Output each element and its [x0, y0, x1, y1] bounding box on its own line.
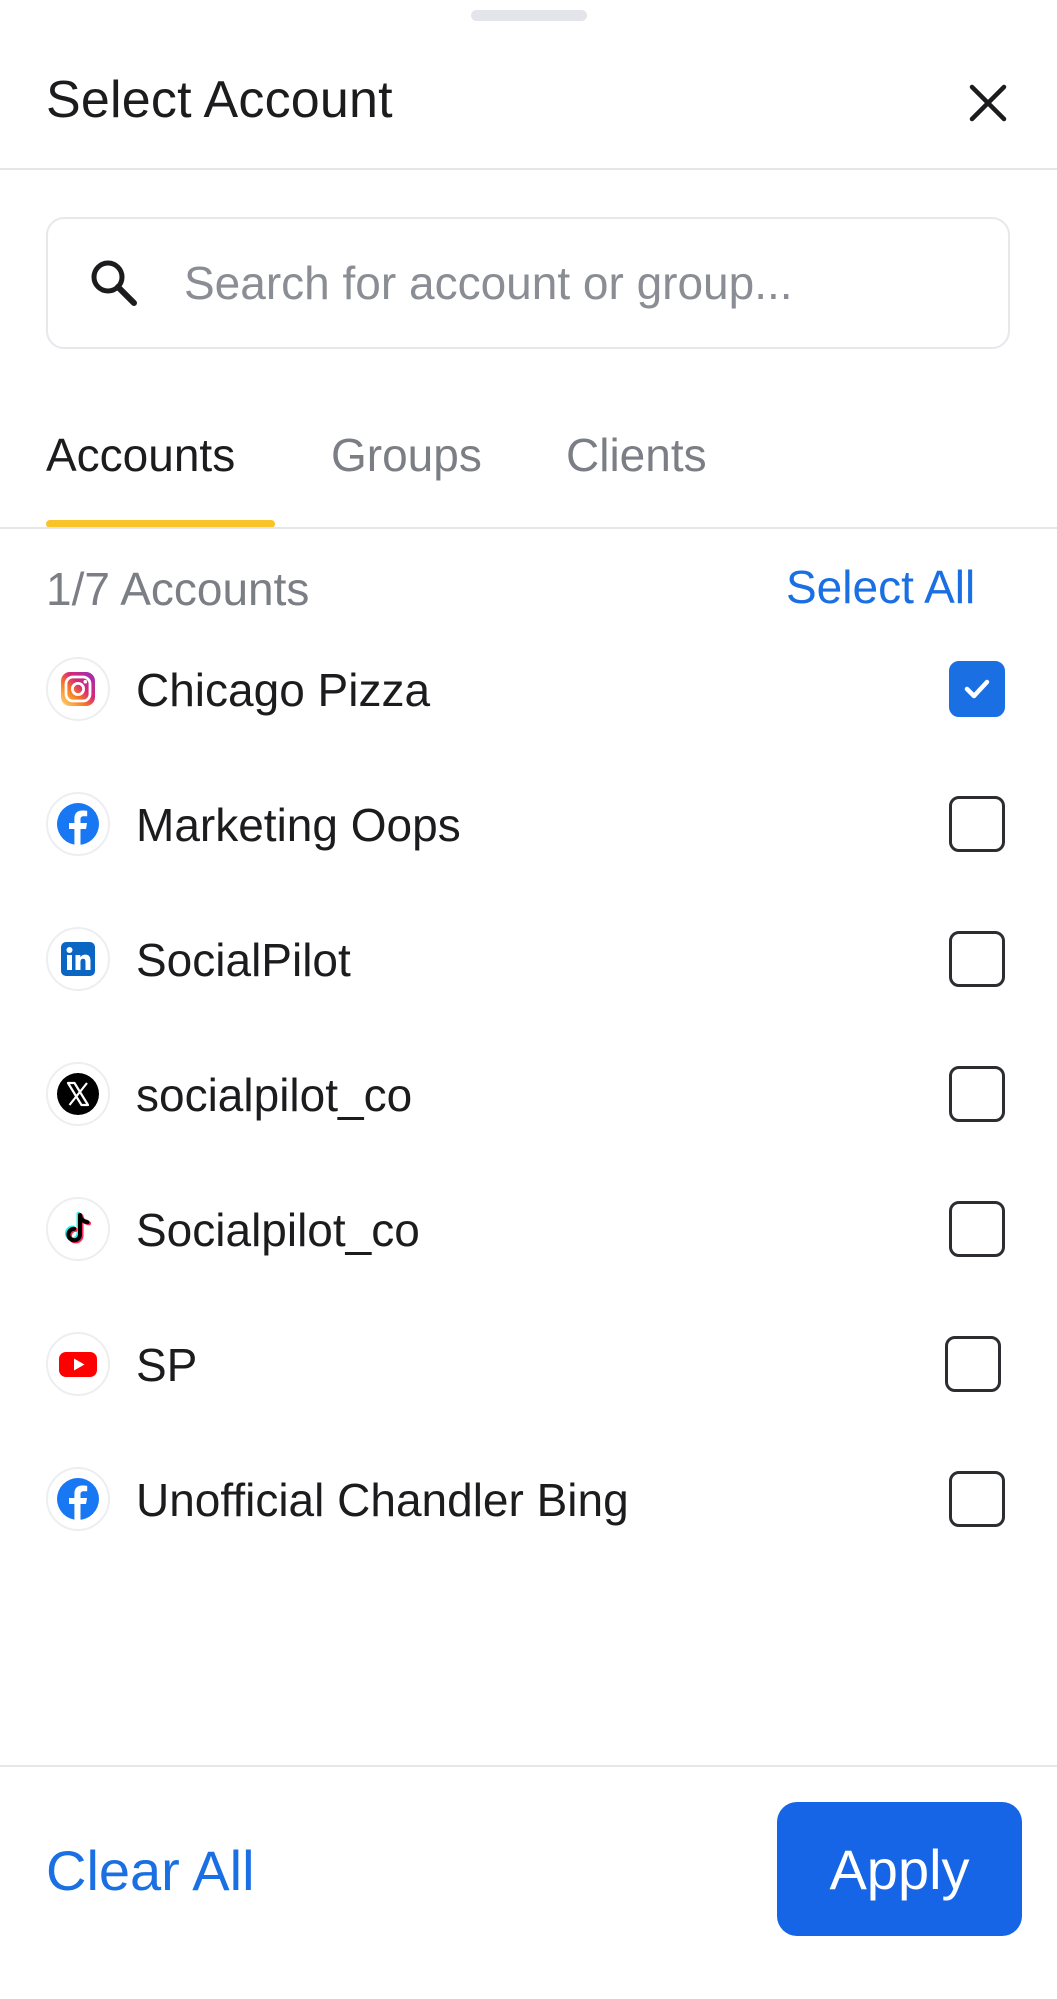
- account-row[interactable]: Socialpilot_co: [0, 1179, 1057, 1279]
- sheet-grabber-handle[interactable]: [471, 10, 587, 21]
- select-account-sheet: Select Account Accounts Groups Clients 1…: [0, 0, 1057, 1999]
- account-row[interactable]: SP: [0, 1314, 1057, 1414]
- account-name: socialpilot_co: [136, 1069, 413, 1121]
- account-checkbox[interactable]: [949, 796, 1005, 852]
- select-all-link[interactable]: Select All: [786, 560, 975, 614]
- footer-divider: [0, 1765, 1057, 1767]
- account-checkbox-checked[interactable]: [949, 661, 1005, 717]
- search-icon: [84, 253, 144, 313]
- account-checkbox[interactable]: [949, 931, 1005, 987]
- close-icon: [969, 84, 1007, 122]
- facebook-icon: [46, 792, 110, 856]
- accounts-count: 1/7 Accounts: [46, 563, 310, 615]
- account-name: SP: [136, 1339, 198, 1391]
- account-name: Chicago Pizza: [136, 664, 431, 716]
- account-checkbox[interactable]: [949, 1201, 1005, 1257]
- account-row[interactable]: socialpilot_co: [0, 1044, 1057, 1144]
- tab-bar: Accounts Groups Clients: [0, 400, 1057, 528]
- x-icon: [46, 1062, 110, 1126]
- account-row[interactable]: Chicago Pizza: [0, 639, 1057, 739]
- search-input[interactable]: [184, 256, 944, 310]
- header-divider: [0, 168, 1057, 170]
- account-name: Marketing Oops: [136, 799, 461, 851]
- sheet-header: Select Account: [0, 40, 1057, 168]
- tabs-divider: [0, 527, 1057, 529]
- tab-clients[interactable]: Clients: [566, 428, 707, 482]
- youtube-icon: [46, 1332, 110, 1396]
- clear-all-button[interactable]: Clear All: [46, 1838, 255, 1903]
- account-row[interactable]: Marketing Oops: [0, 774, 1057, 874]
- account-checkbox[interactable]: [949, 1471, 1005, 1527]
- sheet-title: Select Account: [46, 71, 393, 129]
- account-name: Unofficial Chandler Bing: [136, 1474, 629, 1526]
- tab-groups[interactable]: Groups: [331, 428, 482, 482]
- checkmark-icon: [964, 679, 990, 699]
- facebook-icon: [46, 1467, 110, 1531]
- linkedin-icon: [46, 927, 110, 991]
- tiktok-icon: [46, 1197, 110, 1261]
- account-checkbox[interactable]: [945, 1336, 1001, 1392]
- account-row[interactable]: Unofficial Chandler Bing: [0, 1449, 1057, 1549]
- account-row[interactable]: SocialPilot: [0, 909, 1057, 1009]
- tab-accounts[interactable]: Accounts: [46, 428, 235, 482]
- close-button[interactable]: [955, 70, 1021, 136]
- apply-button[interactable]: Apply: [777, 1802, 1022, 1936]
- account-checkbox[interactable]: [949, 1066, 1005, 1122]
- search-box[interactable]: [46, 217, 1010, 349]
- account-name: SocialPilot: [136, 934, 351, 986]
- instagram-icon: [46, 657, 110, 721]
- account-name: Socialpilot_co: [136, 1204, 420, 1256]
